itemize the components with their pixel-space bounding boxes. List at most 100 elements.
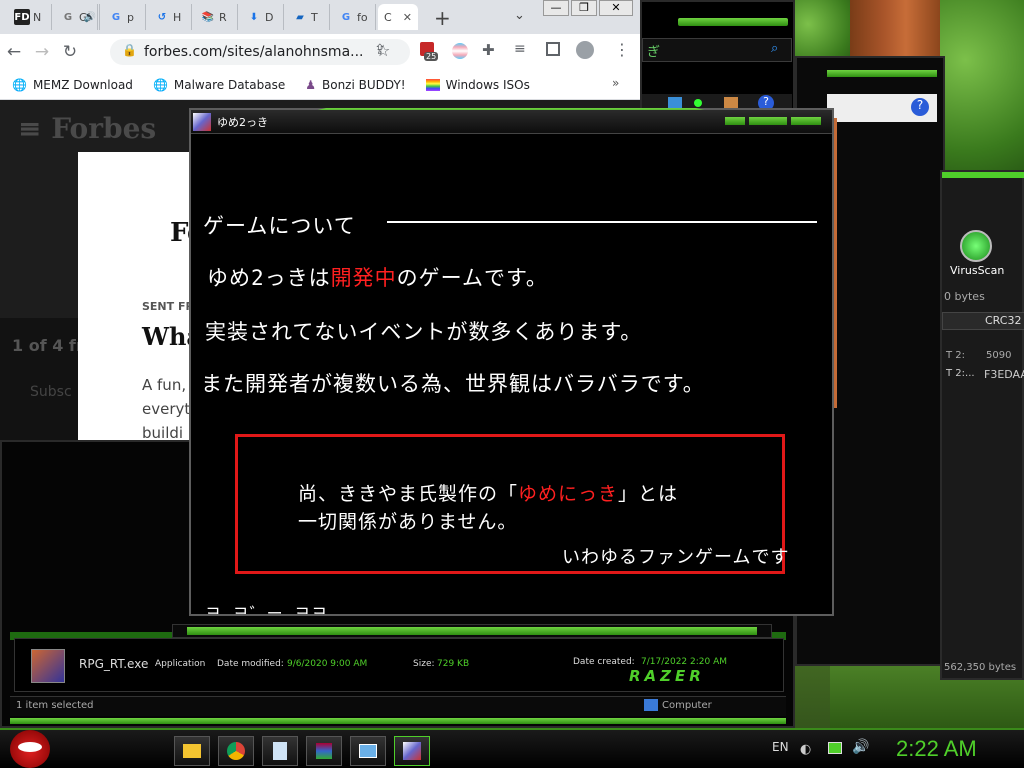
- game-icon: [403, 742, 421, 760]
- line-3: また開発者が複数いる為、世界観はバラバラです。: [201, 372, 705, 396]
- puzzle-icon[interactable]: ✚: [482, 41, 495, 59]
- notice-box: 尚、ききやま氏製作の「ゆめにっき」とは 一切関係がありません。 いわゆるファンゲ…: [235, 434, 788, 574]
- language-indicator[interactable]: EN: [772, 740, 789, 754]
- globe-icon: 🌐: [152, 77, 168, 92]
- close-tab-icon[interactable]: ✕: [403, 11, 412, 24]
- tab[interactable]: Gp: [102, 4, 146, 30]
- column-header-crc32[interactable]: CRC32: [985, 314, 1021, 327]
- location-text: Computer: [662, 700, 712, 711]
- taskbar-item-explorer[interactable]: [174, 736, 210, 766]
- line-2: 実装されてないイベントが数多くあります。: [205, 320, 643, 344]
- bookmark-item[interactable]: Windows ISOs: [414, 78, 538, 92]
- file-name: RPG_RT.exe: [79, 657, 149, 671]
- window-controls: — ❐ ✕: [543, 0, 633, 18]
- forbes-logo[interactable]: ≡ Forbes: [18, 112, 156, 145]
- lock-icon: 🔒: [122, 43, 137, 57]
- star-icon[interactable]: ☆: [376, 41, 390, 60]
- help-icon[interactable]: ?: [911, 98, 929, 116]
- taskbar-item-winrar[interactable]: [306, 736, 342, 766]
- bookmarks-bar: 🌐 MEMZ Download 🌐 Malware Database ♟ Bonzi …: [0, 70, 640, 100]
- taskbar: EN ◐ 🔊 2:22 AM: [0, 728, 1024, 768]
- back-icon[interactable]: ←: [0, 38, 28, 66]
- forward-icon[interactable]: →: [28, 38, 56, 66]
- line-1: ゆめ2っきは開発中のゲームです。: [207, 266, 548, 290]
- reload-icon[interactable]: ↻: [56, 38, 84, 66]
- bookmark-item[interactable]: 🌐 Malware Database: [141, 78, 293, 92]
- computer-icon: [644, 699, 658, 711]
- subscribe-link[interactable]: Subsc: [30, 384, 72, 400]
- section-heading: ゲームについて: [203, 214, 356, 238]
- maximize-button[interactable]: [749, 117, 787, 125]
- extension-badge: 25: [424, 52, 439, 61]
- list-item[interactable]: F3EDAA: [984, 368, 1024, 381]
- restore-button[interactable]: ❐: [571, 0, 597, 16]
- list-item[interactable]: T 2:...: [946, 368, 975, 379]
- status-text: 1 item selected: [16, 700, 94, 711]
- tab[interactable]: ⬇ D: [240, 4, 284, 30]
- virusscan-label[interactable]: VirusScan: [950, 264, 1004, 277]
- scrollbar-thumb[interactable]: [187, 627, 757, 635]
- file-type: Application: [155, 659, 206, 669]
- taskbar-item-window[interactable]: [350, 736, 386, 766]
- folder-icon: [183, 744, 201, 758]
- taskbar-item-game[interactable]: [394, 736, 430, 766]
- list-item[interactable]: 5090: [986, 350, 1011, 361]
- tab-search-icon[interactable]: ⌄: [514, 8, 525, 23]
- date-created: 7/17/2022 2:20 AM: [641, 657, 728, 667]
- tab[interactable]: ↺ H: [148, 4, 192, 30]
- avatar[interactable]: [576, 41, 594, 59]
- sidepanel-icon[interactable]: [546, 42, 560, 56]
- tab[interactable]: 🔊: [76, 4, 100, 30]
- scrollbar[interactable]: [172, 624, 772, 638]
- close-button[interactable]: [791, 117, 821, 125]
- volume-icon[interactable]: 🔊: [852, 739, 869, 755]
- app-icon: [193, 113, 211, 131]
- clock[interactable]: 2:22 AM: [896, 736, 977, 762]
- winrar-icon: [316, 743, 332, 759]
- search-icon[interactable]: ⌕: [771, 41, 778, 56]
- date-modified: 9/6/2020 9:00 AM: [287, 659, 368, 669]
- address-bar[interactable]: 🔒 forbes.com/sites/alanohnsma...: [110, 39, 410, 65]
- list-item[interactable]: T 2:: [946, 350, 965, 361]
- notepad-icon: [273, 742, 287, 760]
- details-pane: RPG_RT.exe Application Date modified: 9/…: [14, 638, 784, 692]
- virusscan-icon[interactable]: [960, 230, 992, 262]
- bookmark-item[interactable]: 🌐 MEMZ Download: [0, 78, 141, 92]
- status-icon: [694, 99, 702, 107]
- minimize-button[interactable]: [725, 117, 745, 125]
- tab[interactable]: 📚 R: [194, 4, 238, 30]
- toolbar: ← → ↻ 🔒 forbes.com/sites/alanohnsma... ⇪…: [0, 34, 640, 70]
- tab[interactable]: FD N: [8, 4, 52, 30]
- network-icon[interactable]: ◐: [800, 742, 811, 757]
- razer-logo: RAZER: [629, 667, 705, 685]
- app-icon: [31, 649, 65, 683]
- heading-rule: [387, 221, 817, 223]
- more-bookmarks-button[interactable]: »: [612, 76, 619, 90]
- gallery-counter: 1 of 4 fr: [12, 336, 84, 355]
- extension-icon[interactable]: [452, 43, 468, 59]
- tab-active[interactable]: C ✕: [378, 4, 418, 30]
- tab[interactable]: ▰ T: [286, 4, 330, 30]
- media-icon[interactable]: ≡: [514, 41, 526, 57]
- taskbar-item-chrome[interactable]: [218, 736, 254, 766]
- url-text[interactable]: forbes.com/sites/alanohnsma...: [144, 44, 364, 60]
- bookmark-item[interactable]: ♟ Bonzi BUDDY!: [293, 78, 413, 92]
- battery-icon[interactable]: [828, 742, 842, 754]
- file-size: 729 KB: [437, 659, 470, 669]
- title-bar[interactable]: ゆめ2っき: [191, 110, 832, 134]
- footer-size: 562,350 bytes: [944, 662, 1017, 673]
- bonzi-icon: ♟: [305, 77, 316, 92]
- windows-icon: [425, 78, 440, 91]
- search-box[interactable]: ぎ ⌕: [642, 38, 792, 62]
- window-title: ゆめ2っき: [217, 116, 268, 129]
- start-button[interactable]: [10, 730, 50, 768]
- chrome-icon: [227, 742, 245, 760]
- taskbar-item-notepad[interactable]: [262, 736, 298, 766]
- window-icon: [359, 744, 377, 758]
- new-tab-button[interactable]: +: [434, 6, 451, 30]
- menu-icon[interactable]: ⋮: [614, 40, 630, 59]
- close-button[interactable]: ✕: [599, 0, 633, 16]
- tab[interactable]: Gfo: [332, 4, 376, 30]
- game-window: ゆめ2っき ゲームについて ゆめ2っきは開発中のゲームです。 実装されてないイベ…: [189, 108, 834, 616]
- minimize-button[interactable]: —: [543, 0, 569, 16]
